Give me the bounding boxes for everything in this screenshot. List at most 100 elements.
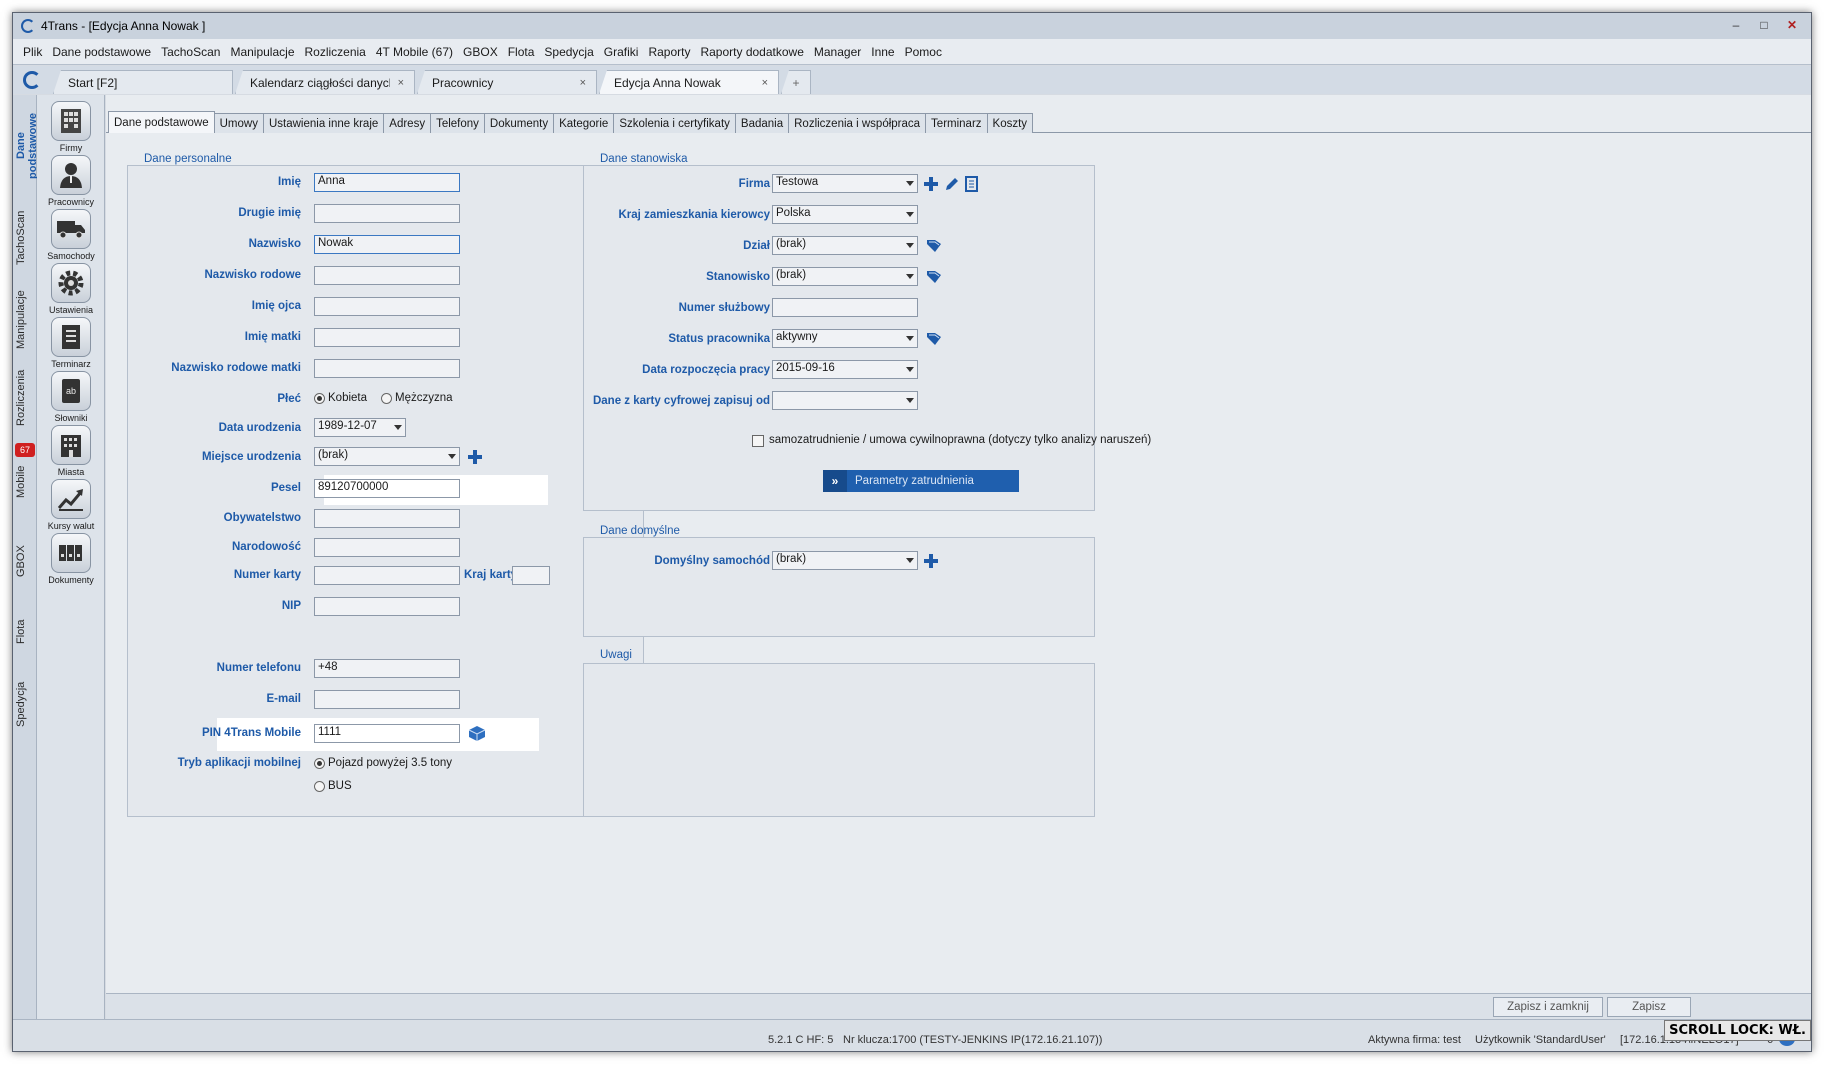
nazwisko-rodowe-matki-input[interactable]	[314, 359, 460, 378]
vtab-spedycja[interactable]: Spedycja	[15, 677, 35, 731]
nav-ustawienia[interactable]: Ustawienia	[43, 263, 99, 315]
uwagi-textarea[interactable]	[583, 663, 1095, 817]
radio-kobieta[interactable]	[314, 393, 325, 404]
nazwisko-rodowe-input[interactable]	[314, 266, 460, 285]
nazwisko-input[interactable]: Nowak	[314, 235, 460, 254]
vtab-rozliczenia[interactable]: Rozliczenia	[15, 367, 35, 429]
imie-input[interactable]: Anna	[314, 173, 460, 192]
menu-spedycja[interactable]: Spedycja	[544, 45, 593, 59]
kraj-zamieszkania-select[interactable]: Polska	[772, 205, 918, 224]
status-select[interactable]: aktywny	[772, 329, 918, 348]
vtab-flota[interactable]: Flota	[15, 615, 35, 649]
minimize-button[interactable]: –	[1723, 16, 1749, 34]
menu-grafiki[interactable]: Grafiki	[604, 45, 639, 59]
dictionary-stanowisko-icon[interactable]	[926, 269, 942, 283]
menu-raporty-dodatkowe[interactable]: Raporty dodatkowe	[700, 45, 803, 59]
vtab-gbox[interactable]: GBOX	[15, 541, 35, 581]
menu-manipulacje[interactable]: Manipulacje	[230, 45, 294, 59]
numer-telefonu-input[interactable]: +48	[314, 659, 460, 678]
nav-slowniki[interactable]: ab Słowniki	[43, 371, 99, 423]
close-button[interactable]: ✕	[1779, 16, 1805, 34]
menu-gbox[interactable]: GBOX	[463, 45, 498, 59]
doctab-pracownicy[interactable]: Pracownicy ×	[417, 70, 597, 94]
menu-pomoc[interactable]: Pomoc	[905, 45, 942, 59]
tab-dokumenty[interactable]: Dokumenty	[483, 113, 555, 133]
tab-telefony[interactable]: Telefony	[430, 113, 485, 133]
nav-miasta[interactable]: Miasta	[43, 425, 99, 477]
menu-dane-podstawowe[interactable]: Dane podstawowe	[52, 45, 151, 59]
doctab-start[interactable]: Start [F2]	[53, 70, 233, 94]
samozatrudnienie-checkbox[interactable]	[752, 435, 764, 447]
vtab-tachoscan[interactable]: TachoScan	[15, 205, 35, 271]
radio-bus[interactable]	[314, 781, 325, 792]
menu-plik[interactable]: Plik	[23, 45, 42, 59]
generate-pin-icon[interactable]	[468, 725, 486, 742]
tab-kategorie[interactable]: Kategorie	[553, 113, 615, 133]
parametry-zatrudnienia-button[interactable]: » Parametry zatrudnienia	[823, 470, 1019, 492]
email-input[interactable]	[314, 690, 460, 709]
menu-inne[interactable]: Inne	[871, 45, 894, 59]
details-firma-icon[interactable]	[964, 176, 980, 192]
add-samochod-icon[interactable]	[924, 554, 938, 568]
nav-kursy-walut[interactable]: Kursy walut	[43, 479, 99, 531]
nav-samochody[interactable]: Samochody	[43, 209, 99, 261]
radio-mezczyzna[interactable]	[381, 393, 392, 404]
dictionary-status-icon[interactable]	[926, 331, 942, 345]
dane-z-karty-select[interactable]	[772, 391, 918, 410]
narodowosc-input[interactable]	[314, 538, 460, 557]
tab-dane-podstawowe[interactable]: Dane podstawowe	[108, 111, 215, 133]
home-logo-icon[interactable]	[23, 71, 41, 89]
stanowisko-select[interactable]: (brak)	[772, 267, 918, 286]
firma-select[interactable]: Testowa	[772, 174, 918, 193]
data-rozpoczecia-picker[interactable]: 2015-09-16	[772, 360, 918, 379]
vtab-dane-podstawowe[interactable]: Dane podstawowe	[15, 99, 39, 193]
dzial-select[interactable]: (brak)	[772, 236, 918, 255]
doctab-edycja[interactable]: Edycja Anna Nowak ×	[599, 70, 779, 94]
add-miejsce-icon[interactable]	[468, 450, 482, 464]
tab-ustawienia-inne-kraje[interactable]: Ustawienia inne kraje	[262, 113, 385, 133]
imie-matki-input[interactable]	[314, 328, 460, 347]
tab-szkolenia[interactable]: Szkolenia i certyfikaty	[613, 113, 736, 133]
nip-input[interactable]	[314, 597, 460, 616]
menu-manager[interactable]: Manager	[814, 45, 861, 59]
menu-flota[interactable]: Flota	[508, 45, 535, 59]
miejsce-urodzenia-select[interactable]: (brak)	[314, 447, 460, 466]
imie-ojca-input[interactable]	[314, 297, 460, 316]
nav-firmy[interactable]: Firmy	[43, 101, 99, 153]
tab-terminarz[interactable]: Terminarz	[925, 113, 988, 133]
domyslny-samochod-select[interactable]: (brak)	[772, 551, 918, 570]
menu-rozliczenia[interactable]: Rozliczenia	[305, 45, 366, 59]
menu-tachoscan[interactable]: TachoScan	[161, 45, 220, 59]
dictionary-dzial-icon[interactable]	[926, 238, 942, 252]
vtab-mobile[interactable]: Mobile	[15, 459, 35, 505]
pesel-input[interactable]: 89120700000	[314, 479, 460, 498]
close-icon[interactable]: ×	[398, 77, 404, 89]
nav-dokumenty[interactable]: Dokumenty	[43, 533, 99, 585]
menu-raporty[interactable]: Raporty	[648, 45, 690, 59]
close-icon[interactable]: ×	[762, 77, 768, 89]
drugie-imie-input[interactable]	[314, 204, 460, 223]
maximize-button[interactable]: □	[1751, 16, 1777, 34]
tab-umowy[interactable]: Umowy	[213, 113, 264, 133]
add-firma-icon[interactable]	[924, 177, 938, 191]
new-tab-button[interactable]: +	[781, 70, 811, 94]
vtab-manipulacje[interactable]: Manipulacje	[15, 285, 35, 355]
zapisz-i-zamknij-button[interactable]: Zapisz i zamknij	[1493, 997, 1603, 1017]
tab-adresy[interactable]: Adresy	[383, 113, 432, 133]
tab-rozliczenia[interactable]: Rozliczenia i współpraca	[788, 113, 927, 133]
pin-input[interactable]: 1111	[314, 724, 460, 743]
zapisz-button[interactable]: Zapisz	[1607, 997, 1691, 1017]
menu-4t-mobile[interactable]: 4T Mobile (67)	[376, 45, 453, 59]
doctab-kalendarz[interactable]: Kalendarz ciągłości danych ×	[235, 70, 415, 94]
close-icon[interactable]: ×	[580, 77, 586, 89]
edit-firma-icon[interactable]	[944, 176, 960, 192]
radio-pojazd[interactable]	[314, 758, 325, 769]
numer-karty-input[interactable]	[314, 566, 460, 585]
obywatelstwo-input[interactable]	[314, 509, 460, 528]
kraj-karty-input[interactable]	[512, 566, 550, 585]
numer-sluzbowy-input[interactable]	[772, 298, 918, 317]
nav-pracownicy[interactable]: Pracownicy	[43, 155, 99, 207]
tab-koszty[interactable]: Koszty	[986, 113, 1034, 133]
nav-terminarz[interactable]: Terminarz	[43, 317, 99, 369]
tab-badania[interactable]: Badania	[734, 113, 790, 133]
